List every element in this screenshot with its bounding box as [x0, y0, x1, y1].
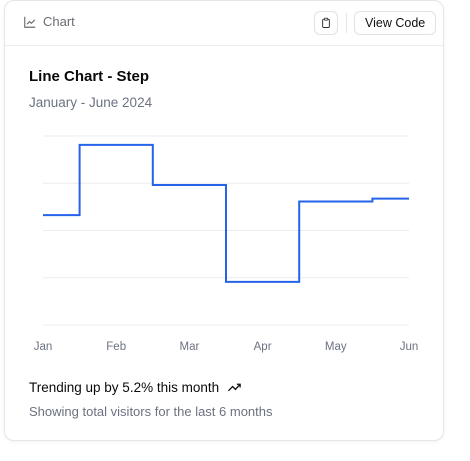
view-code-button[interactable]: View Code [354, 11, 437, 35]
card-toolbar: Chart View Code [5, 1, 443, 46]
x-tick-label: Jun [400, 341, 419, 353]
trending-up-icon [228, 383, 241, 392]
step-line-chart: Jan Feb Mar Apr May Jun [34, 135, 419, 353]
x-tick-label: May [325, 341, 347, 353]
x-tick-label: Feb [106, 341, 126, 353]
toolbar-divider [346, 13, 347, 33]
x-tick-label: Apr [254, 341, 272, 353]
copy-button[interactable] [314, 11, 338, 35]
series-line [43, 143, 409, 283]
chart-tag: Chart [23, 14, 75, 29]
chart-tag-label: Chart [43, 14, 75, 29]
card-title: Line Chart - Step [29, 68, 150, 85]
clipboard-icon [322, 17, 330, 28]
line-chart-icon [24, 16, 36, 28]
trend-text: Trending up by 5.2% this month [29, 380, 220, 395]
trend-summary: Trending up by 5.2% this month [29, 380, 242, 395]
card-subtitle: January - June 2024 [29, 95, 153, 110]
x-tick-label: Jan [34, 341, 53, 353]
chart-card: Chart View Code Line Chart - Step Januar… [4, 0, 444, 441]
footer-description: Showing total visitors for the last 6 mo… [29, 404, 273, 419]
x-tick-label: Mar [179, 341, 199, 353]
